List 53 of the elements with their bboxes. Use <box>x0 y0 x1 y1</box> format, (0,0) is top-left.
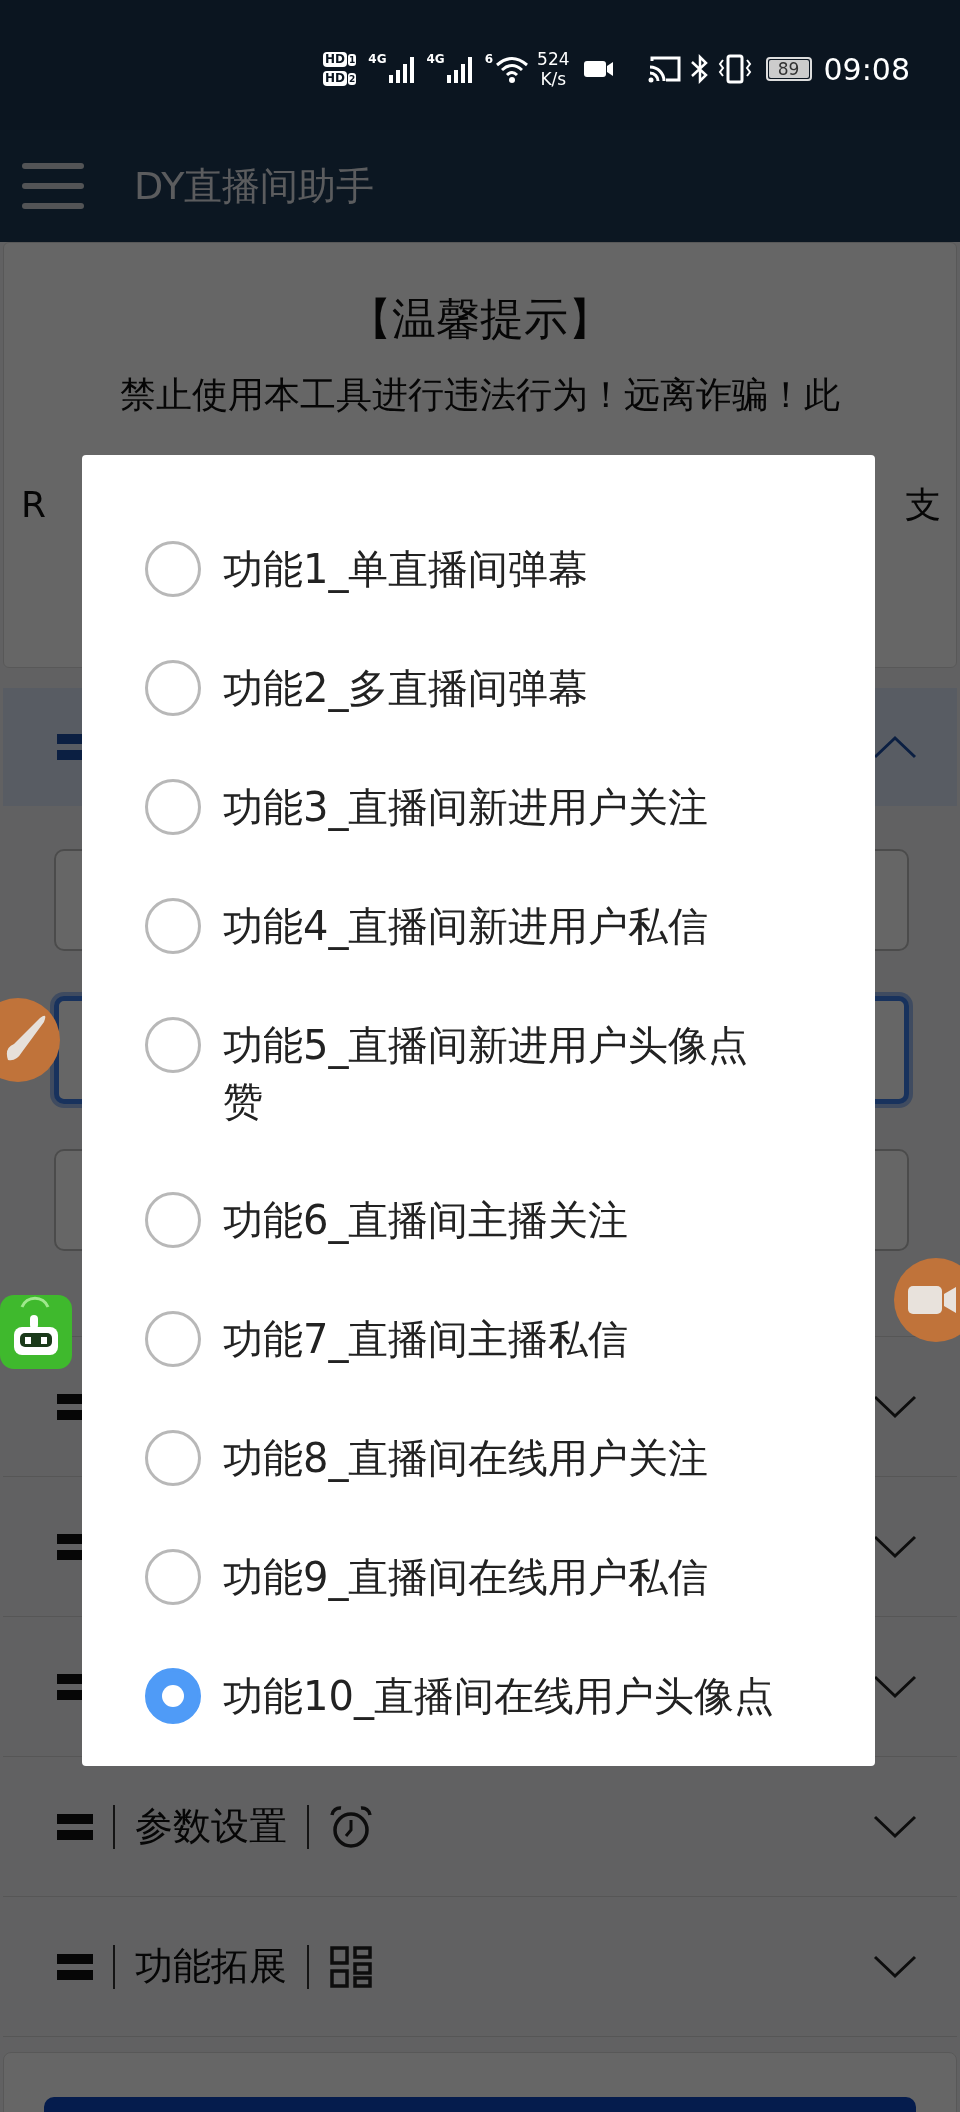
brush-icon[interactable] <box>0 998 60 1082</box>
battery-icon: 89 <box>765 57 812 81</box>
speed-unit: K/s <box>540 69 567 89</box>
radio-button[interactable] <box>145 541 201 597</box>
chevron-down-icon <box>873 1534 917 1559</box>
radio-button[interactable] <box>145 1017 201 1073</box>
network-label: 4G <box>368 52 387 66</box>
drag-handle-icon <box>57 1953 93 1980</box>
radio-button[interactable] <box>145 779 201 835</box>
grid-icon <box>329 1944 373 1989</box>
notice-text: R <box>21 483 46 527</box>
chevron-up-icon <box>873 735 917 759</box>
option-label[interactable]: 功能8_直播间在线用户关注 <box>223 1430 779 1486</box>
option-label[interactable]: 功能1_单直播间弹幕 <box>223 541 779 597</box>
radio-button[interactable] <box>145 898 201 954</box>
radio-button[interactable] <box>145 1668 201 1724</box>
option-label[interactable]: 功能2_多直播间弹幕 <box>223 660 779 716</box>
drag-handle-icon <box>57 1813 93 1840</box>
option-label[interactable]: 功能4_直播间新进用户私信 <box>223 898 779 954</box>
notice-text: 支 <box>905 483 941 527</box>
chevron-down-icon <box>873 1814 917 1839</box>
camera-icon <box>583 59 614 79</box>
section-title: 参数设置 <box>135 1803 287 1850</box>
option-label[interactable]: 功能9_直播间在线用户私信 <box>223 1549 779 1605</box>
speed-value: 524 <box>537 49 570 69</box>
radio-button[interactable] <box>145 660 201 716</box>
option-label[interactable]: 功能6_直播间主播关注 <box>223 1192 779 1248</box>
option-label[interactable]: 功能10_直播间在线用户头像点 <box>223 1668 779 1724</box>
section-title: 功能拓展 <box>135 1943 287 1990</box>
app-title: DY直播间助手 <box>134 162 375 210</box>
option-label[interactable]: 功能3_直播间新进用户关注 <box>223 779 779 835</box>
wifi-label: 6 <box>484 52 494 66</box>
radio-button[interactable] <box>145 1430 201 1486</box>
network-label: 4G <box>426 52 445 66</box>
notice-title: 【温馨提示】 <box>348 292 612 346</box>
option-label[interactable]: 功能5_直播间新进用户头像点赞 <box>223 1017 779 1129</box>
cast-icon <box>647 55 682 83</box>
wifi-icon <box>495 55 530 83</box>
clock-time: 09:08 <box>823 51 910 87</box>
chevron-down-icon <box>873 1674 917 1699</box>
bluetooth-icon <box>689 54 710 84</box>
robot-app-icon[interactable] <box>0 1295 72 1369</box>
chevron-down-icon <box>873 1394 917 1419</box>
chevron-down-icon <box>873 1954 917 1979</box>
alarm-clock-icon <box>329 1804 373 1849</box>
option-label[interactable]: 功能7_直播间主播私信 <box>223 1311 779 1367</box>
radio-button[interactable] <box>145 1192 201 1248</box>
menu-icon[interactable] <box>22 161 84 211</box>
radio-button[interactable] <box>145 1311 201 1367</box>
notice-text: 禁止使用本工具进行违法行为！远离诈骗！此 <box>120 373 840 417</box>
video-camera-icon[interactable] <box>894 1258 960 1342</box>
vibrate-icon <box>717 54 752 84</box>
radio-button[interactable] <box>145 1549 201 1605</box>
